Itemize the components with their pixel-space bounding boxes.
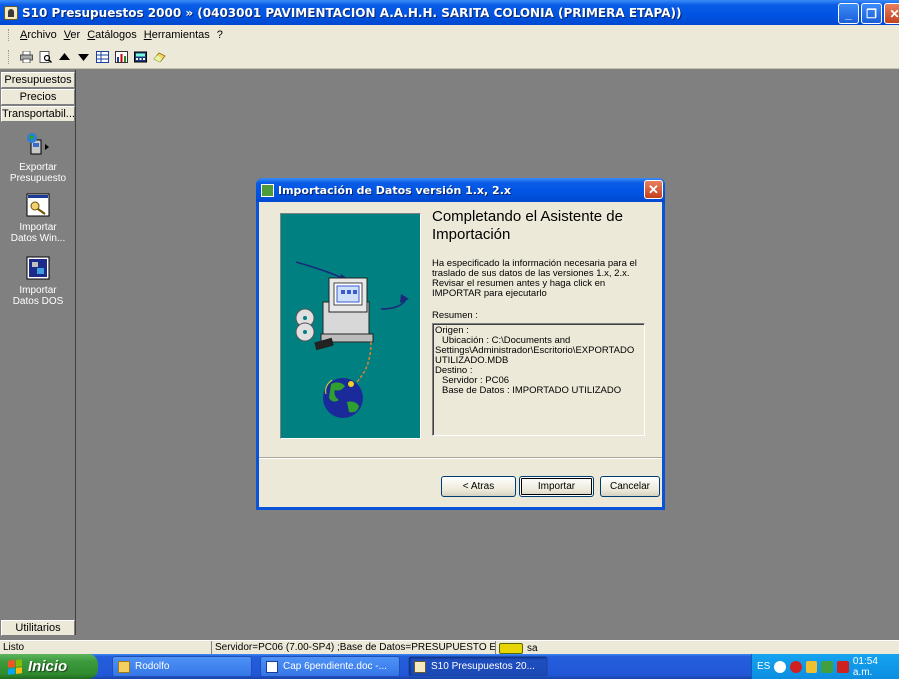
eraser-icon[interactable] xyxy=(151,48,168,65)
tool-importar-win-label-1: Importar xyxy=(19,222,57,233)
status-bar: Listo Servidor=PC06 (7.00-SP4) ;Base de … xyxy=(0,640,899,655)
close-window-button[interactable]: ✕ xyxy=(884,3,899,24)
dialog-body: Completando el Asistente de Importación … xyxy=(259,202,662,457)
language-indicator[interactable]: ES xyxy=(757,661,770,672)
wizard-heading: Completando el Asistente de Importación xyxy=(432,208,623,243)
window-title: S10 Presupuestos 2000 » (0403001 PAVIMEN… xyxy=(22,5,682,20)
dialog-separator xyxy=(259,457,662,459)
import-win-icon xyxy=(25,192,51,218)
app-icon[interactable] xyxy=(4,5,18,20)
taskbar: Inicio Rodolfo Cap 6pendiente.doc -... S… xyxy=(0,654,899,679)
network-icon[interactable] xyxy=(805,660,818,673)
tool-importar-dos-label-1: Importar xyxy=(19,285,57,296)
menu-archivo[interactable]: Archivo xyxy=(20,29,57,41)
close-icon: ✕ xyxy=(889,6,899,21)
tool-exportar-label-2: Presupuesto xyxy=(9,173,67,184)
resumen-textbox[interactable]: Origen : Ubicación : C:\Documents and Se… xyxy=(432,323,645,436)
close-icon: ✕ xyxy=(648,181,659,197)
tab-utilitarios[interactable]: Utilitarios xyxy=(1,620,75,636)
error-x-icon[interactable] xyxy=(837,660,849,673)
wizard-illustration xyxy=(280,213,421,439)
wizard-description: Ha especificado la información necesaria… xyxy=(432,258,637,299)
start-label: Inicio xyxy=(28,658,68,675)
minimize-button[interactable]: _ xyxy=(838,3,859,24)
tool-importar-win-label-2: Datos Win... xyxy=(10,233,66,244)
back-arrow-icon[interactable] xyxy=(774,660,787,673)
menu-herramientas[interactable]: Herramientas xyxy=(144,29,210,41)
task-word-document[interactable]: Cap 6pendiente.doc -... xyxy=(260,656,400,677)
folder-icon xyxy=(118,660,130,673)
dialog-title: Importación de Datos versión 1.x, 2.x xyxy=(278,183,511,197)
grid-view-icon[interactable] xyxy=(94,48,111,65)
task-label: Rodolfo xyxy=(135,661,170,672)
menu-help[interactable]: ? xyxy=(217,29,223,41)
user-name: sa xyxy=(527,642,538,654)
s10-app-icon xyxy=(414,660,426,673)
restore-button[interactable]: ❐ xyxy=(861,3,882,24)
window-controls: _ ❐ ✕ xyxy=(838,3,899,24)
window-titlebar[interactable]: S10 Presupuestos 2000 » (0403001 PAVIMEN… xyxy=(0,0,899,25)
tool-exportar-label-1: Exportar xyxy=(19,162,57,173)
task-rodolfo[interactable]: Rodolfo xyxy=(112,656,252,677)
clock: 01:54 a.m. xyxy=(852,655,878,678)
back-button[interactable]: < Atras xyxy=(441,476,516,497)
cancel-button[interactable]: Cancelar xyxy=(600,476,660,497)
tool-exportar-presupuesto[interactable]: Exportar Presupuesto xyxy=(0,132,76,184)
tab-precios[interactable]: Precios xyxy=(1,89,75,105)
tool-importar-dos-label-2: Datos DOS xyxy=(12,296,64,307)
menu-bar: Archivo Ver Catálogos Herramientas ? xyxy=(0,25,899,45)
printer-icon[interactable] xyxy=(18,48,35,65)
status-text: Listo xyxy=(0,641,212,655)
arrow-up-icon[interactable] xyxy=(56,48,73,65)
network-users-icon[interactable] xyxy=(821,660,834,673)
task-label: Cap 6pendiente.doc -... xyxy=(283,661,387,672)
tool-importar-datos-dos[interactable]: Importar Datos DOS xyxy=(0,255,76,307)
menu-grip[interactable] xyxy=(8,29,11,41)
security-icon[interactable] xyxy=(790,660,802,673)
export-computer-icon xyxy=(25,132,51,158)
import-button[interactable]: Importar xyxy=(519,476,594,497)
import-wizard-dialog: Importación de Datos versión 1.x, 2.x ✕ xyxy=(256,178,665,510)
task-label: S10 Presupuestos 20... xyxy=(431,661,535,672)
menu-ver[interactable]: Ver xyxy=(64,29,81,41)
tool-importar-datos-win[interactable]: Importar Datos Win... xyxy=(0,192,76,244)
calculator-icon[interactable] xyxy=(132,48,149,65)
restore-icon: ❐ xyxy=(866,6,877,21)
minimize-icon: _ xyxy=(845,6,852,21)
dialog-close-button[interactable]: ✕ xyxy=(644,180,663,199)
print-preview-icon[interactable] xyxy=(37,48,54,65)
arrow-down-icon[interactable] xyxy=(75,48,92,65)
computer-globe-illustration xyxy=(295,261,409,418)
server-info: Servidor=PC06 (7.00-SP4) ;Base de Datos=… xyxy=(212,641,496,655)
system-tray: ES 01:54 a.m. xyxy=(751,654,899,679)
resumen-label: Resumen : xyxy=(432,310,478,321)
tab-presupuestos[interactable]: Presupuestos xyxy=(1,72,75,88)
tab-transportabilidad[interactable]: Transportabil... xyxy=(1,106,75,122)
user-icon xyxy=(499,642,523,654)
user-cell: sa xyxy=(496,641,556,655)
windows-logo-icon xyxy=(8,658,22,675)
start-button[interactable]: Inicio xyxy=(0,654,98,679)
menu-catalogos[interactable]: Catálogos xyxy=(87,29,137,41)
dialog-app-icon xyxy=(261,183,274,197)
word-document-icon xyxy=(266,660,278,673)
dialog-titlebar[interactable]: Importación de Datos versión 1.x, 2.x ✕ xyxy=(256,178,665,202)
toolbar xyxy=(0,45,899,69)
task-s10-presupuestos[interactable]: S10 Presupuestos 20... xyxy=(408,656,548,677)
import-dos-icon xyxy=(25,255,51,281)
left-panel: Presupuestos Precios Transportabil... Ex… xyxy=(0,70,76,636)
chart-icon[interactable] xyxy=(113,48,130,65)
toolbar-grip[interactable] xyxy=(8,50,11,64)
resumen-line: Base de Datos : IMPORTADO UTILIZADO xyxy=(442,385,622,396)
